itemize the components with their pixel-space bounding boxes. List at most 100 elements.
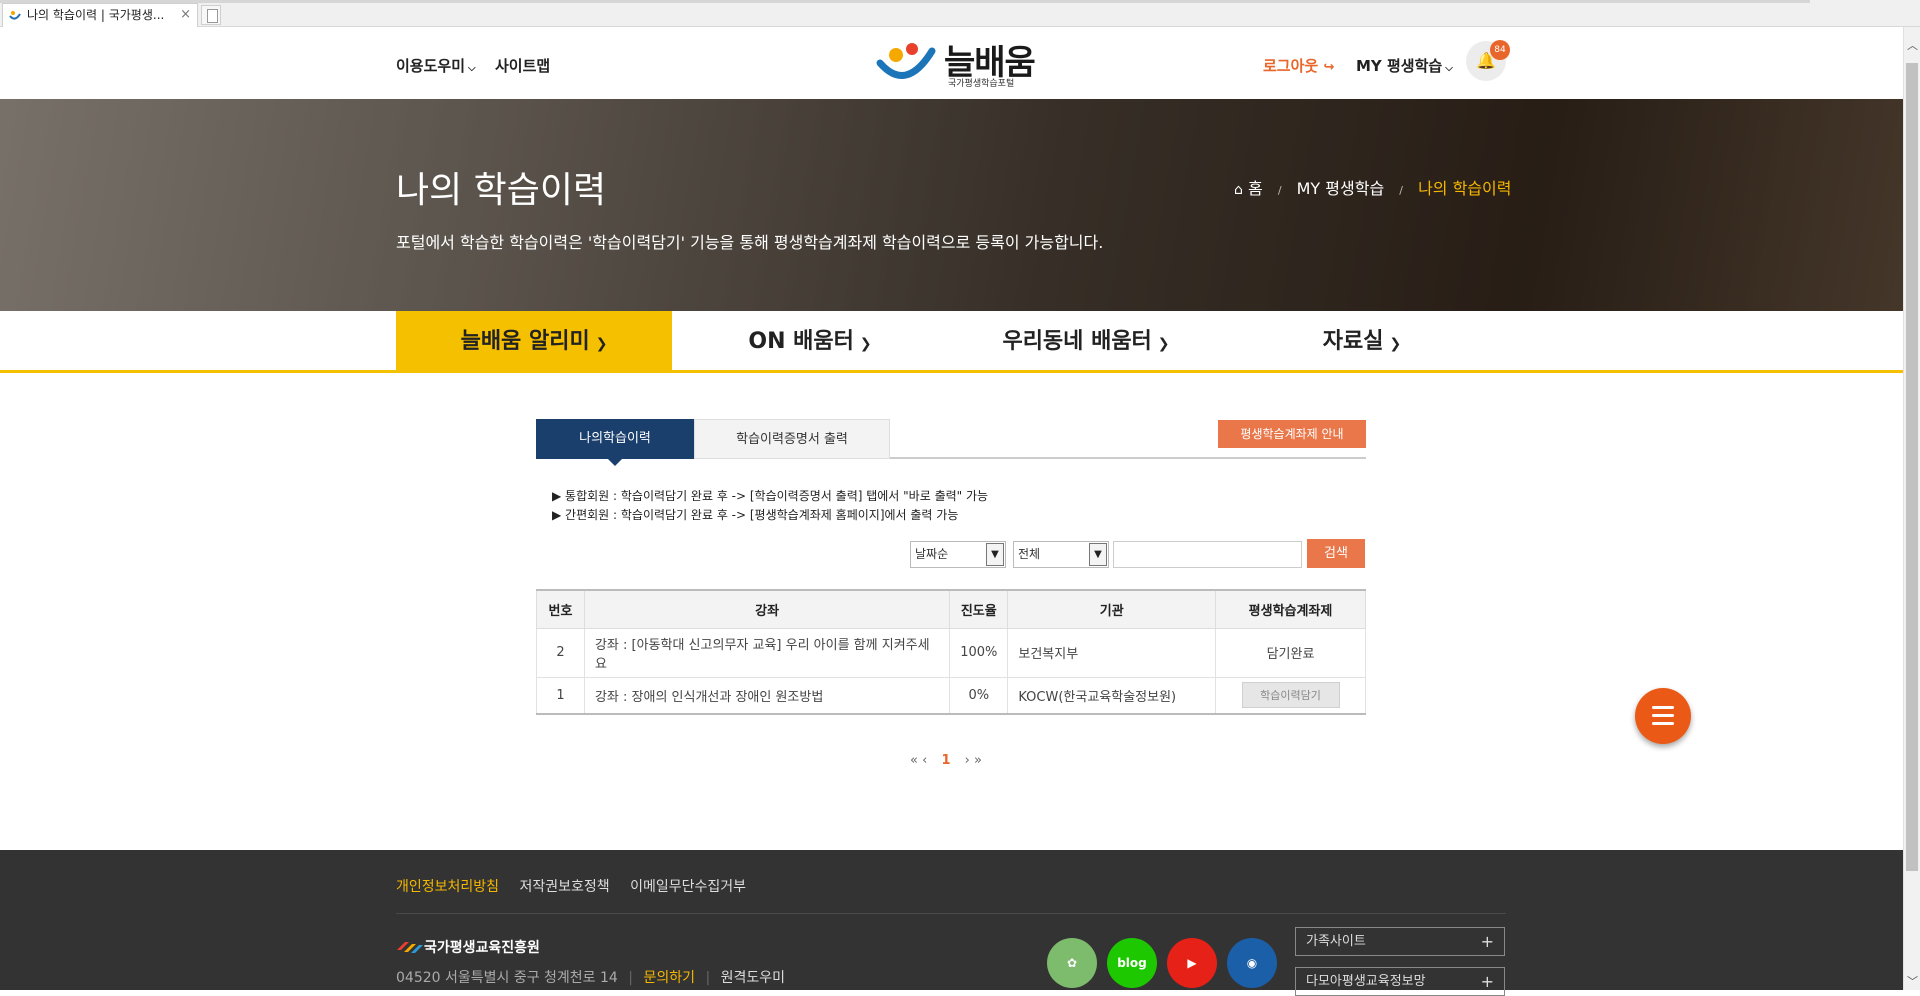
chevron-down-icon: ▼ <box>986 543 1004 566</box>
scroll-up-icon[interactable]: ︿ <box>1904 37 1920 54</box>
family-site-label: 가족사이트 <box>1306 934 1366 949</box>
search-input[interactable] <box>1113 541 1302 568</box>
breadcrumb: ⌂ 홈 / MY 평생학습 / 나의 학습이력 <box>1234 175 1511 199</box>
scroll-down-icon[interactable]: ﹀ <box>1904 973 1920 990</box>
table-header-row: 번호 강좌 진도율 기관 평생학습계좌제 <box>536 589 1366 629</box>
favicon-icon <box>9 11 21 20</box>
logo-mark-icon <box>876 43 936 79</box>
nav-notice[interactable]: 늘배움 알리미 ❯ <box>396 311 672 373</box>
cell-course-title[interactable]: 강좌 : 장애의 인식개선과 장애인 원조방법 <box>583 676 951 715</box>
sort-select[interactable]: 날짜순 ▼ <box>910 541 1006 568</box>
privacy-policy-link[interactable]: 개인정보처리방침 <box>396 879 499 895</box>
tab-my-learning-history[interactable]: 나의학습이력 <box>536 419 694 466</box>
filter-select-value: 전체 <box>1018 547 1041 561</box>
filter-select[interactable]: 전체 ▼ <box>1013 541 1109 568</box>
tabbar-top-line <box>0 0 1810 3</box>
add-learning-history-label: 학습이력담기 <box>1260 689 1321 703</box>
nav-on-learning-label: ON 배움터 <box>748 329 854 354</box>
footer-separator: | <box>628 970 634 986</box>
page-title: 나의 학습이력 <box>396 170 607 211</box>
email-policy-link[interactable]: 이메일무단수집거부 <box>630 879 746 895</box>
browser-tab[interactable]: 나의 학습이력 | 국가평생... × <box>2 3 198 27</box>
add-learning-history-button[interactable]: 학습이력담기 <box>1241 682 1340 709</box>
copyright-policy-link[interactable]: 저작권보호정책 <box>520 879 610 895</box>
nav-on-learning[interactable]: ON 배움터 ❯ <box>672 311 948 373</box>
cell-status: 담기완료 <box>1215 627 1366 678</box>
sitemap-link[interactable]: 사이트맵 <box>495 55 550 76</box>
nav-resources-label: 자료실 <box>1322 329 1384 354</box>
chevron-down-icon: ⌵ <box>468 63 476 74</box>
chevron-down-icon: ❯ <box>859 336 872 352</box>
floating-menu-button[interactable] <box>1635 688 1691 744</box>
table-row: 1 강좌 : 장애의 인식개선과 장애인 원조방법 0% KOCW(한국교육학술… <box>536 676 1366 715</box>
notification-badge: 84 <box>1490 40 1510 60</box>
logout-link[interactable]: 로그아웃 ↪ <box>1263 55 1334 76</box>
damoa-site-label: 다모아평생교육정보망 <box>1306 974 1426 989</box>
home-icon: ⌂ <box>1234 182 1243 198</box>
search-button[interactable]: 검색 <box>1307 539 1365 568</box>
footer-address-line: 04520 서울특별시 중구 청계천로 14 | 문의하기 | 원격도우미 <box>396 967 785 987</box>
damoa-site-select[interactable]: 다모아평생교육정보망 + <box>1295 967 1505 996</box>
site-header: 이용도우미 ⌵ 사이트맵 늘배움 국가평생학습포털 로그아웃 ↪ MY 평생학습 ⌵… <box>0 27 1903 99</box>
logout-icon: ↪ <box>1323 60 1335 75</box>
blog-link[interactable]: blog <box>1107 938 1157 988</box>
page-description: 포털에서 학습한 학습이력은 '학습이력담기' 기능을 통해 평생학습계좌제 학… <box>396 233 1104 252</box>
hamburger-icon-bar <box>1652 706 1674 709</box>
cell-progress: 0% <box>949 676 1009 715</box>
browser-tab-title: 나의 학습이력 | 국가평생... <box>27 8 165 22</box>
youtube-icon[interactable]: ▶ <box>1167 938 1217 988</box>
guide-note: ▶ 간편회원 : 학습이력담기 완료 후 -> [평생학습계좌제 홈페이지]에서… <box>552 508 959 522</box>
page-hero: 나의 학습이력 포털에서 학습한 학습이력은 '학습이력담기' 기능을 통해 평… <box>0 99 1903 311</box>
nav-resources[interactable]: 자료실 ❯ <box>1224 311 1500 373</box>
family-site-select[interactable]: 가족사이트 + <box>1295 927 1505 956</box>
cell-organization: 보건복지부 <box>1007 627 1217 678</box>
breadcrumb-home[interactable]: 홈 <box>1248 179 1263 198</box>
sns-link-icon[interactable]: ✿ <box>1047 938 1097 988</box>
remote-help-link[interactable]: 원격도우미 <box>721 970 785 986</box>
breadcrumb-separator: / <box>1277 184 1282 197</box>
nav-local-learning[interactable]: 우리동네 배움터 ❯ <box>948 311 1224 373</box>
blog-icon: blog <box>1117 956 1147 970</box>
hamburger-icon-bar <box>1652 722 1674 725</box>
breadcrumb-my-learning[interactable]: MY 평생학습 <box>1297 179 1385 198</box>
chevron-down-icon: ❯ <box>1389 336 1402 352</box>
tab-certificate-print[interactable]: 학습이력증명서 출력 <box>694 419 890 459</box>
column-header: 평생학습계좌제 <box>1215 589 1366 629</box>
new-tab-button[interactable] <box>201 5 221 25</box>
org-logo-icon <box>397 942 423 953</box>
account-guide-button[interactable]: 평생학습계좌제 안내 <box>1218 420 1366 448</box>
scroll-thumb[interactable] <box>1906 63 1918 871</box>
prev-page-icon[interactable]: ‹ <box>922 753 927 768</box>
first-page-icon[interactable]: « <box>910 753 918 768</box>
sort-select-value: 날짜순 <box>915 547 949 561</box>
chevron-down-icon: ⌵ <box>1445 63 1453 74</box>
portal-app-icon[interactable]: ◉ <box>1227 938 1277 988</box>
learning-history-table: 번호 강좌 진도율 기관 평생학습계좌제 2 강좌 : [아동학대 신고의무자 … <box>536 589 1366 715</box>
page-number-current[interactable]: 1 <box>941 753 950 768</box>
help-menu[interactable]: 이용도우미 ⌵ <box>396 55 476 76</box>
breadcrumb-current: 나의 학습이력 <box>1418 179 1512 198</box>
footer-org-name: 국가평생교육진흥원 <box>424 940 540 956</box>
tab-close-icon[interactable]: × <box>180 4 191 26</box>
cell-organization: KOCW(한국교육학술정보원) <box>1007 676 1217 715</box>
my-learning-menu[interactable]: MY 평생학습 ⌵ <box>1356 55 1453 76</box>
page-scrollbar[interactable]: ︿ ﹀ <box>1903 27 1920 990</box>
cell-course-title[interactable]: 강좌 : [아동학대 신고의무자 교육] 우리 아이를 함께 지켜주세요 <box>583 627 951 678</box>
nav-local-learning-label: 우리동네 배움터 <box>1002 329 1152 354</box>
breadcrumb-separator: / <box>1399 184 1403 197</box>
logo-subtitle: 국가평생학습포털 <box>948 79 1015 89</box>
help-menu-label: 이용도우미 <box>396 57 466 75</box>
plus-icon: + <box>1480 932 1494 951</box>
last-page-icon[interactable]: » <box>974 753 982 768</box>
site-footer: 개인정보처리방침 저작권보호정책 이메일무단수집거부 국가평생교육진흥원 045… <box>0 850 1903 996</box>
table-row: 2 강좌 : [아동학대 신고의무자 교육] 우리 아이를 함께 지켜주세요 1… <box>536 627 1366 678</box>
cell-number: 2 <box>536 627 585 678</box>
contact-link[interactable]: 문의하기 <box>643 970 695 986</box>
guide-notes: ▶ 통합회원 : 학습이력담기 완료 후 -> [학습이력증명서 출력] 탭에서… <box>552 487 988 525</box>
site-logo[interactable]: 늘배움 국가평생학습포털 <box>876 37 1036 89</box>
chevron-down-icon: ❯ <box>1157 336 1170 352</box>
cell-progress: 100% <box>949 627 1009 678</box>
footer-address: 04520 서울특별시 중구 청계천로 14 <box>396 970 618 986</box>
hamburger-icon-bar <box>1652 714 1674 717</box>
next-page-icon[interactable]: › <box>965 753 970 768</box>
